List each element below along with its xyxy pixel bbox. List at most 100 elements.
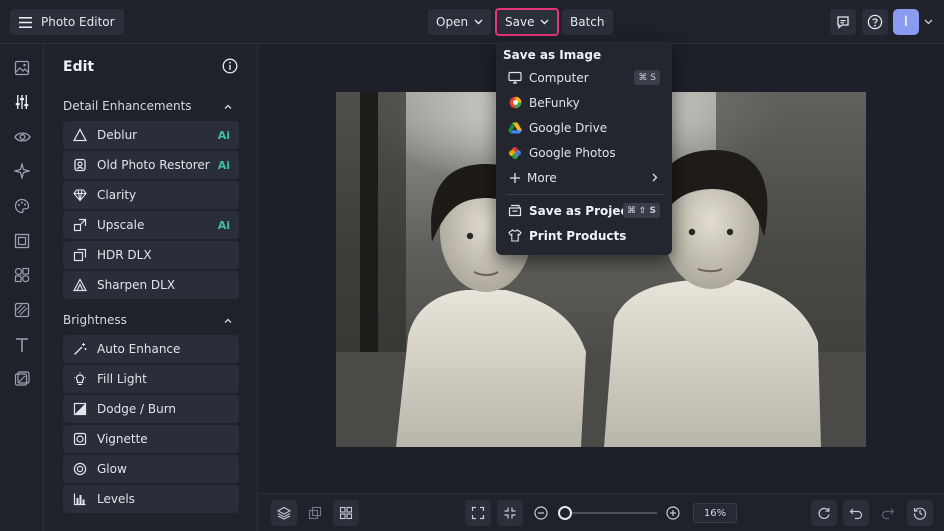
tool-label: Glow [97, 462, 127, 476]
levels-icon [73, 492, 87, 506]
tool-hdr-dlx[interactable]: HDR DLX [63, 241, 239, 269]
sliders-icon [15, 95, 29, 109]
zoom-in-icon[interactable] [666, 506, 680, 520]
rail-effects[interactable] [12, 127, 32, 147]
save-befunky[interactable]: BeFunky [496, 90, 672, 115]
avatar[interactable]: I [893, 9, 919, 35]
rail-edit[interactable] [12, 92, 32, 112]
compare-button[interactable] [302, 500, 328, 526]
dodge-burn-icon [73, 402, 87, 416]
actual-size-button[interactable] [497, 500, 523, 526]
rail-textures[interactable] [12, 300, 32, 320]
tool-clarity[interactable]: Clarity [63, 181, 239, 209]
save-as-project[interactable]: Save as Project ⌘ ⇧ S [496, 198, 672, 223]
zoom-level[interactable]: 16% [693, 503, 737, 523]
ai-badge: Ai [217, 218, 230, 232]
section-brightness[interactable]: Brightness [63, 313, 127, 327]
tool-vignette[interactable]: Vignette [63, 425, 239, 453]
left-rail [0, 44, 44, 531]
tool-deblur[interactable]: Deblur Ai [63, 121, 239, 149]
save-google-drive[interactable]: Google Drive [496, 115, 672, 140]
layers-button[interactable] [271, 500, 297, 526]
shortcut-badge: ⌘ ⇧ S [623, 203, 660, 218]
tool-label: Levels [97, 492, 135, 506]
batch-button[interactable]: Batch [562, 9, 613, 35]
tool-label: Upscale [97, 218, 145, 232]
rail-image[interactable] [12, 58, 32, 78]
rail-ai[interactable] [12, 161, 32, 181]
tool-old-photo-restorer[interactable]: Old Photo Restorer Ai [63, 151, 239, 179]
frame-icon [14, 233, 30, 249]
image-icon [14, 60, 30, 76]
tool-sharpen-dlx[interactable]: Sharpen DLX [63, 271, 239, 299]
batch-label: Batch [570, 15, 605, 29]
magic-wand-icon [73, 342, 87, 356]
open-label: Open [436, 15, 469, 29]
tshirt-icon [508, 229, 522, 243]
menu-item-label: More [527, 170, 557, 185]
chat-icon [837, 16, 849, 29]
grid-icon [339, 506, 353, 520]
print-products[interactable]: Print Products [496, 223, 672, 248]
menu-item-label: Google Photos [529, 145, 616, 160]
rail-frames[interactable] [12, 231, 32, 251]
avatar-initial: I [903, 14, 909, 30]
rail-text[interactable] [12, 335, 32, 355]
google-photos-icon [508, 146, 522, 160]
zoom-slider-track[interactable] [561, 512, 657, 514]
glow-icon [73, 462, 87, 476]
sparkle-icon [14, 163, 30, 179]
shapes-icon [14, 267, 30, 283]
rail-graphics[interactable] [12, 265, 32, 285]
open-button[interactable]: Open [428, 9, 492, 35]
eye-icon [13, 132, 31, 142]
compare-icon [308, 506, 322, 520]
undo-button[interactable] [843, 500, 869, 526]
history-icon [913, 507, 927, 520]
tool-label: Auto Enhance [97, 342, 181, 356]
fit-screen-button[interactable] [465, 500, 491, 526]
zoom-out-icon[interactable] [534, 506, 548, 520]
section-detail-enhancements[interactable]: Detail Enhancements [63, 99, 192, 113]
hamburger-icon [19, 16, 32, 28]
info-icon[interactable] [222, 58, 238, 74]
chevron-up-icon[interactable] [223, 102, 233, 112]
rail-crop[interactable] [12, 369, 32, 389]
chevron-down-icon[interactable] [924, 19, 933, 25]
edit-panel: Edit Detail Enhancements Deblur Ai Old P… [44, 44, 258, 531]
tool-glow[interactable]: Glow [63, 455, 239, 483]
ai-badge: Ai [217, 158, 230, 172]
chevron-down-icon [540, 19, 549, 25]
menu-button[interactable]: Photo Editor [10, 9, 124, 35]
bulb-icon [73, 372, 87, 386]
save-more[interactable]: More [496, 165, 672, 190]
tool-upscale[interactable]: Upscale Ai [63, 211, 239, 239]
panel-title: Edit [63, 59, 95, 75]
menu-item-label: Computer [529, 70, 589, 85]
chevron-up-icon[interactable] [223, 316, 233, 326]
diamond-icon [73, 188, 87, 202]
tool-fill-light[interactable]: Fill Light [63, 365, 239, 393]
grid-button[interactable] [333, 500, 359, 526]
expand-icon [471, 506, 485, 520]
redo-button[interactable] [875, 500, 901, 526]
save-as-image-heading: Save as Image [503, 48, 602, 62]
history-button[interactable] [907, 500, 933, 526]
feedback-button[interactable] [830, 9, 856, 35]
rail-artsy[interactable] [12, 196, 32, 216]
shortcut-badge: ⌘ S [634, 70, 660, 85]
save-computer[interactable]: Computer ⌘ S [496, 65, 672, 90]
tool-levels[interactable]: Levels [63, 485, 239, 513]
menu-item-label: Google Drive [529, 120, 608, 135]
palette-icon [14, 198, 30, 214]
zoom-slider-thumb[interactable] [558, 506, 572, 520]
save-google-photos[interactable]: Google Photos [496, 140, 672, 165]
help-button[interactable] [862, 9, 888, 35]
tool-dodge-burn[interactable]: Dodge / Burn [63, 395, 239, 423]
reset-button[interactable] [811, 500, 837, 526]
tool-auto-enhance[interactable]: Auto Enhance [63, 335, 239, 363]
tool-label: HDR DLX [97, 248, 152, 262]
save-button[interactable]: Save [495, 8, 560, 36]
triangle-icon [73, 128, 87, 142]
menu-item-label: Print Products [529, 228, 627, 243]
